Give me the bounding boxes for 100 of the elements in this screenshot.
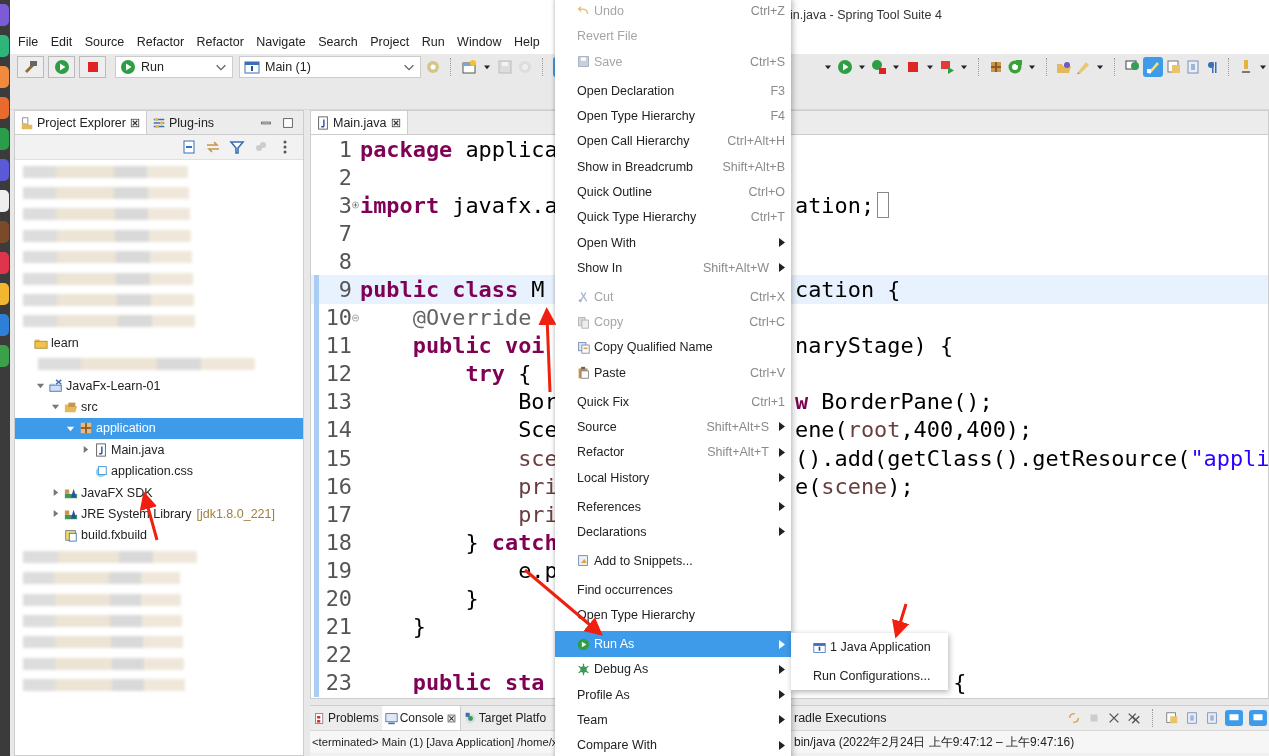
close-icon[interactable] [128,116,141,129]
run-debug-icon[interactable] [871,59,887,75]
context-menu-item[interactable]: Source Shift+Alt+S [555,414,791,440]
java-file-icon [316,115,330,130]
view-tab[interactable]: Console [381,706,461,730]
shortcut-text: Ctrl+S [749,54,785,69]
stop-button[interactable] [79,56,106,78]
menu-item[interactable]: Source [84,35,125,49]
context-menu-item[interactable]: Open Call Hierarchy Ctrl+Alt+H [555,128,791,154]
menu-item[interactable]: Help [514,35,540,49]
submenu-arrow-icon [779,639,785,649]
context-menu-item[interactable]: Compare With [555,732,791,756]
tree-item[interactable]: Main.java [15,439,303,461]
context-menu-item[interactable]: Open With [555,229,791,256]
view-tab[interactable]: Target Platfo [460,706,550,730]
context-menu-item[interactable]: Copy Qualified Name [555,334,791,361]
toggle-button[interactable] [1143,57,1163,77]
submenu-item[interactable]: 1 Java Application [791,640,948,655]
shortcut-text: F4 [770,109,785,123]
view-tab[interactable]: radle Executions [794,706,887,730]
tree-item[interactable]: JavaFx-Learn-01 [15,374,303,397]
code-text: try { [465,361,532,387]
run-button[interactable] [48,56,75,78]
menu-item[interactable]: Search [318,35,358,49]
menu-item[interactable]: Run [421,35,445,49]
context-menu-item[interactable]: Show in Breadcrumb Shift+Alt+B [555,153,791,180]
context-menu-item[interactable]: Open Type Hierarchy F4 [555,103,791,129]
context-menu-item[interactable]: Paste Ctrl+V [555,360,791,386]
menu-item[interactable]: Refactor [136,35,185,49]
expanded-arrow-icon[interactable] [50,402,60,412]
context-menu-item[interactable]: Quick Outline Ctrl+O [555,179,791,205]
expanded-arrow-icon[interactable] [35,381,45,391]
menu-item[interactable]: File [18,35,39,49]
stop-icon[interactable] [905,59,921,75]
code-text: import javafx.a [360,192,558,218]
copy-icon [577,315,590,329]
close-icon[interactable] [1107,711,1121,725]
context-menu-item[interactable]: References [555,493,791,520]
tree-item[interactable]: src [15,396,303,418]
code-text: ation; [795,192,875,218]
document-icon[interactable] [1205,711,1219,725]
shortcut-text: F3 [770,83,785,98]
submenu-arrow-icon [779,664,785,674]
context-menu-item[interactable]: Find occurrences [555,577,791,603]
shortcut-text: Ctrl+V [749,365,785,380]
submenu-arrow-icon [779,740,785,750]
close-icon[interactable] [389,116,402,129]
tree-item[interactable]: learn [15,332,303,354]
context-menu-item[interactable]: Quick Type Hierarchy Ctrl+T [555,204,791,230]
tree-item[interactable]: build.fxbuild [15,524,303,547]
tree-item[interactable]: JRE System Library [jdk1.8.0_221] [15,503,303,525]
launch-mode-dropdown[interactable]: Run [115,56,233,78]
link-icon[interactable] [205,139,221,155]
tree-item[interactable]: JavaFX SDK [15,481,303,504]
line-number: 20 [324,586,352,612]
code-text: cation { [795,277,901,302]
package-icon[interactable] [988,59,1004,75]
context-menu-item[interactable]: Show In Shift+Alt+W [555,255,791,281]
context-menu-item[interactable]: Team [555,707,791,733]
collapse-all-icon[interactable] [181,139,197,155]
close-all-icon[interactable] [1127,711,1141,725]
toggle-button[interactable] [1225,710,1243,726]
view-tab[interactable]: Problems [310,706,382,730]
context-menu-item[interactable]: Profile As [555,682,791,708]
menu-item[interactable]: Window [457,35,502,49]
context-menu-item[interactable]: Quick Fix Ctrl+1 [555,389,791,415]
code-text: ene(root,400,400); [795,417,1033,443]
context-menu-item[interactable]: Open Declaration F3 [555,78,791,104]
toggle-button[interactable] [1249,710,1267,726]
view-tab[interactable]: Plug-ins [146,111,220,134]
tree-item[interactable]: application.css [15,460,303,482]
line-number: 12 [324,361,352,387]
menu-item[interactable]: Project [370,35,410,49]
submenu-arrow-icon [779,447,785,457]
context-menu-item[interactable]: Refactor Shift+Alt+T [555,439,791,465]
monitor-icon [384,711,398,725]
context-menu-item[interactable]: Declarations [555,519,791,545]
folder-icon[interactable] [1056,59,1072,75]
view-tab[interactable]: Project Explorer [15,111,147,134]
build-button[interactable] [17,56,44,78]
menu-item[interactable]: Edit [50,35,73,49]
editor-tab[interactable]: Main.java [311,111,408,134]
code-text: pri [518,501,558,527]
expand-fold-icon[interactable] [352,201,359,210]
context-menu-item[interactable]: Debug As [555,656,791,683]
context-menu-item[interactable]: Add to Snippets... [555,548,791,574]
filter-icon[interactable] [229,139,245,155]
close-icon[interactable] [445,712,457,724]
document-icon[interactable] [1185,711,1199,725]
code-text: Sce [518,417,558,443]
submenu-item[interactable]: Run Configurations... [791,668,948,683]
play-icon[interactable] [939,59,955,75]
maximize-icon[interactable] [281,115,295,130]
menu-item[interactable]: Refactor [196,35,244,49]
documents-icon[interactable] [1165,711,1179,725]
menu-item[interactable]: Navigate [256,35,306,49]
documents-icon[interactable] [1166,59,1182,75]
collapse-fold-icon[interactable] [352,313,359,322]
context-menu-item[interactable]: Local History [555,464,791,491]
launch-configuration-dropdown[interactable]: Main (1) [239,56,421,78]
